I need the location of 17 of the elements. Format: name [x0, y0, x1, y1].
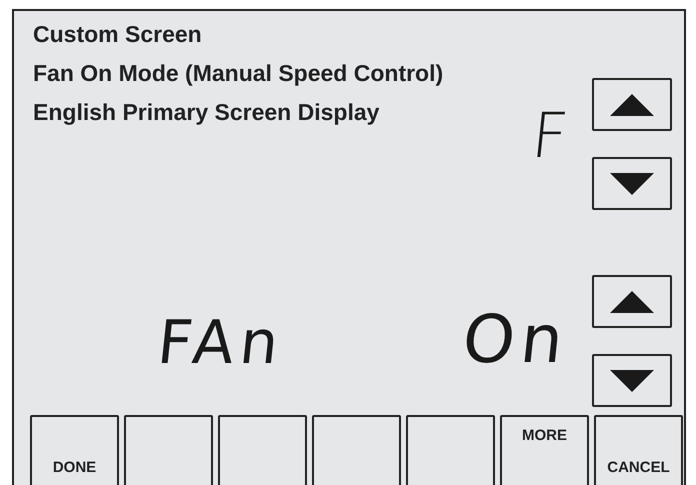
- down-arrow-button[interactable]: [592, 354, 672, 407]
- soft-key[interactable]: [218, 415, 307, 485]
- header-text: Fan On Mode (Manual Speed Control): [33, 59, 444, 88]
- segment-readout: FAn: [154, 313, 289, 373]
- segment-readout: On: [460, 307, 572, 373]
- segment-readout: F: [529, 105, 578, 167]
- header-text: English Primary Screen Display: [33, 98, 380, 127]
- header-text: Custom Screen: [33, 20, 202, 49]
- soft-key[interactable]: DONE: [30, 415, 119, 485]
- soft-key[interactable]: [124, 415, 213, 485]
- soft-key[interactable]: [406, 415, 495, 485]
- soft-key[interactable]: CANCEL: [594, 415, 683, 485]
- soft-key[interactable]: [312, 415, 401, 485]
- down-arrow-button[interactable]: [592, 157, 672, 210]
- up-arrow-button[interactable]: [592, 78, 672, 131]
- soft-key[interactable]: MORE: [500, 415, 589, 485]
- up-arrow-button[interactable]: [592, 275, 672, 328]
